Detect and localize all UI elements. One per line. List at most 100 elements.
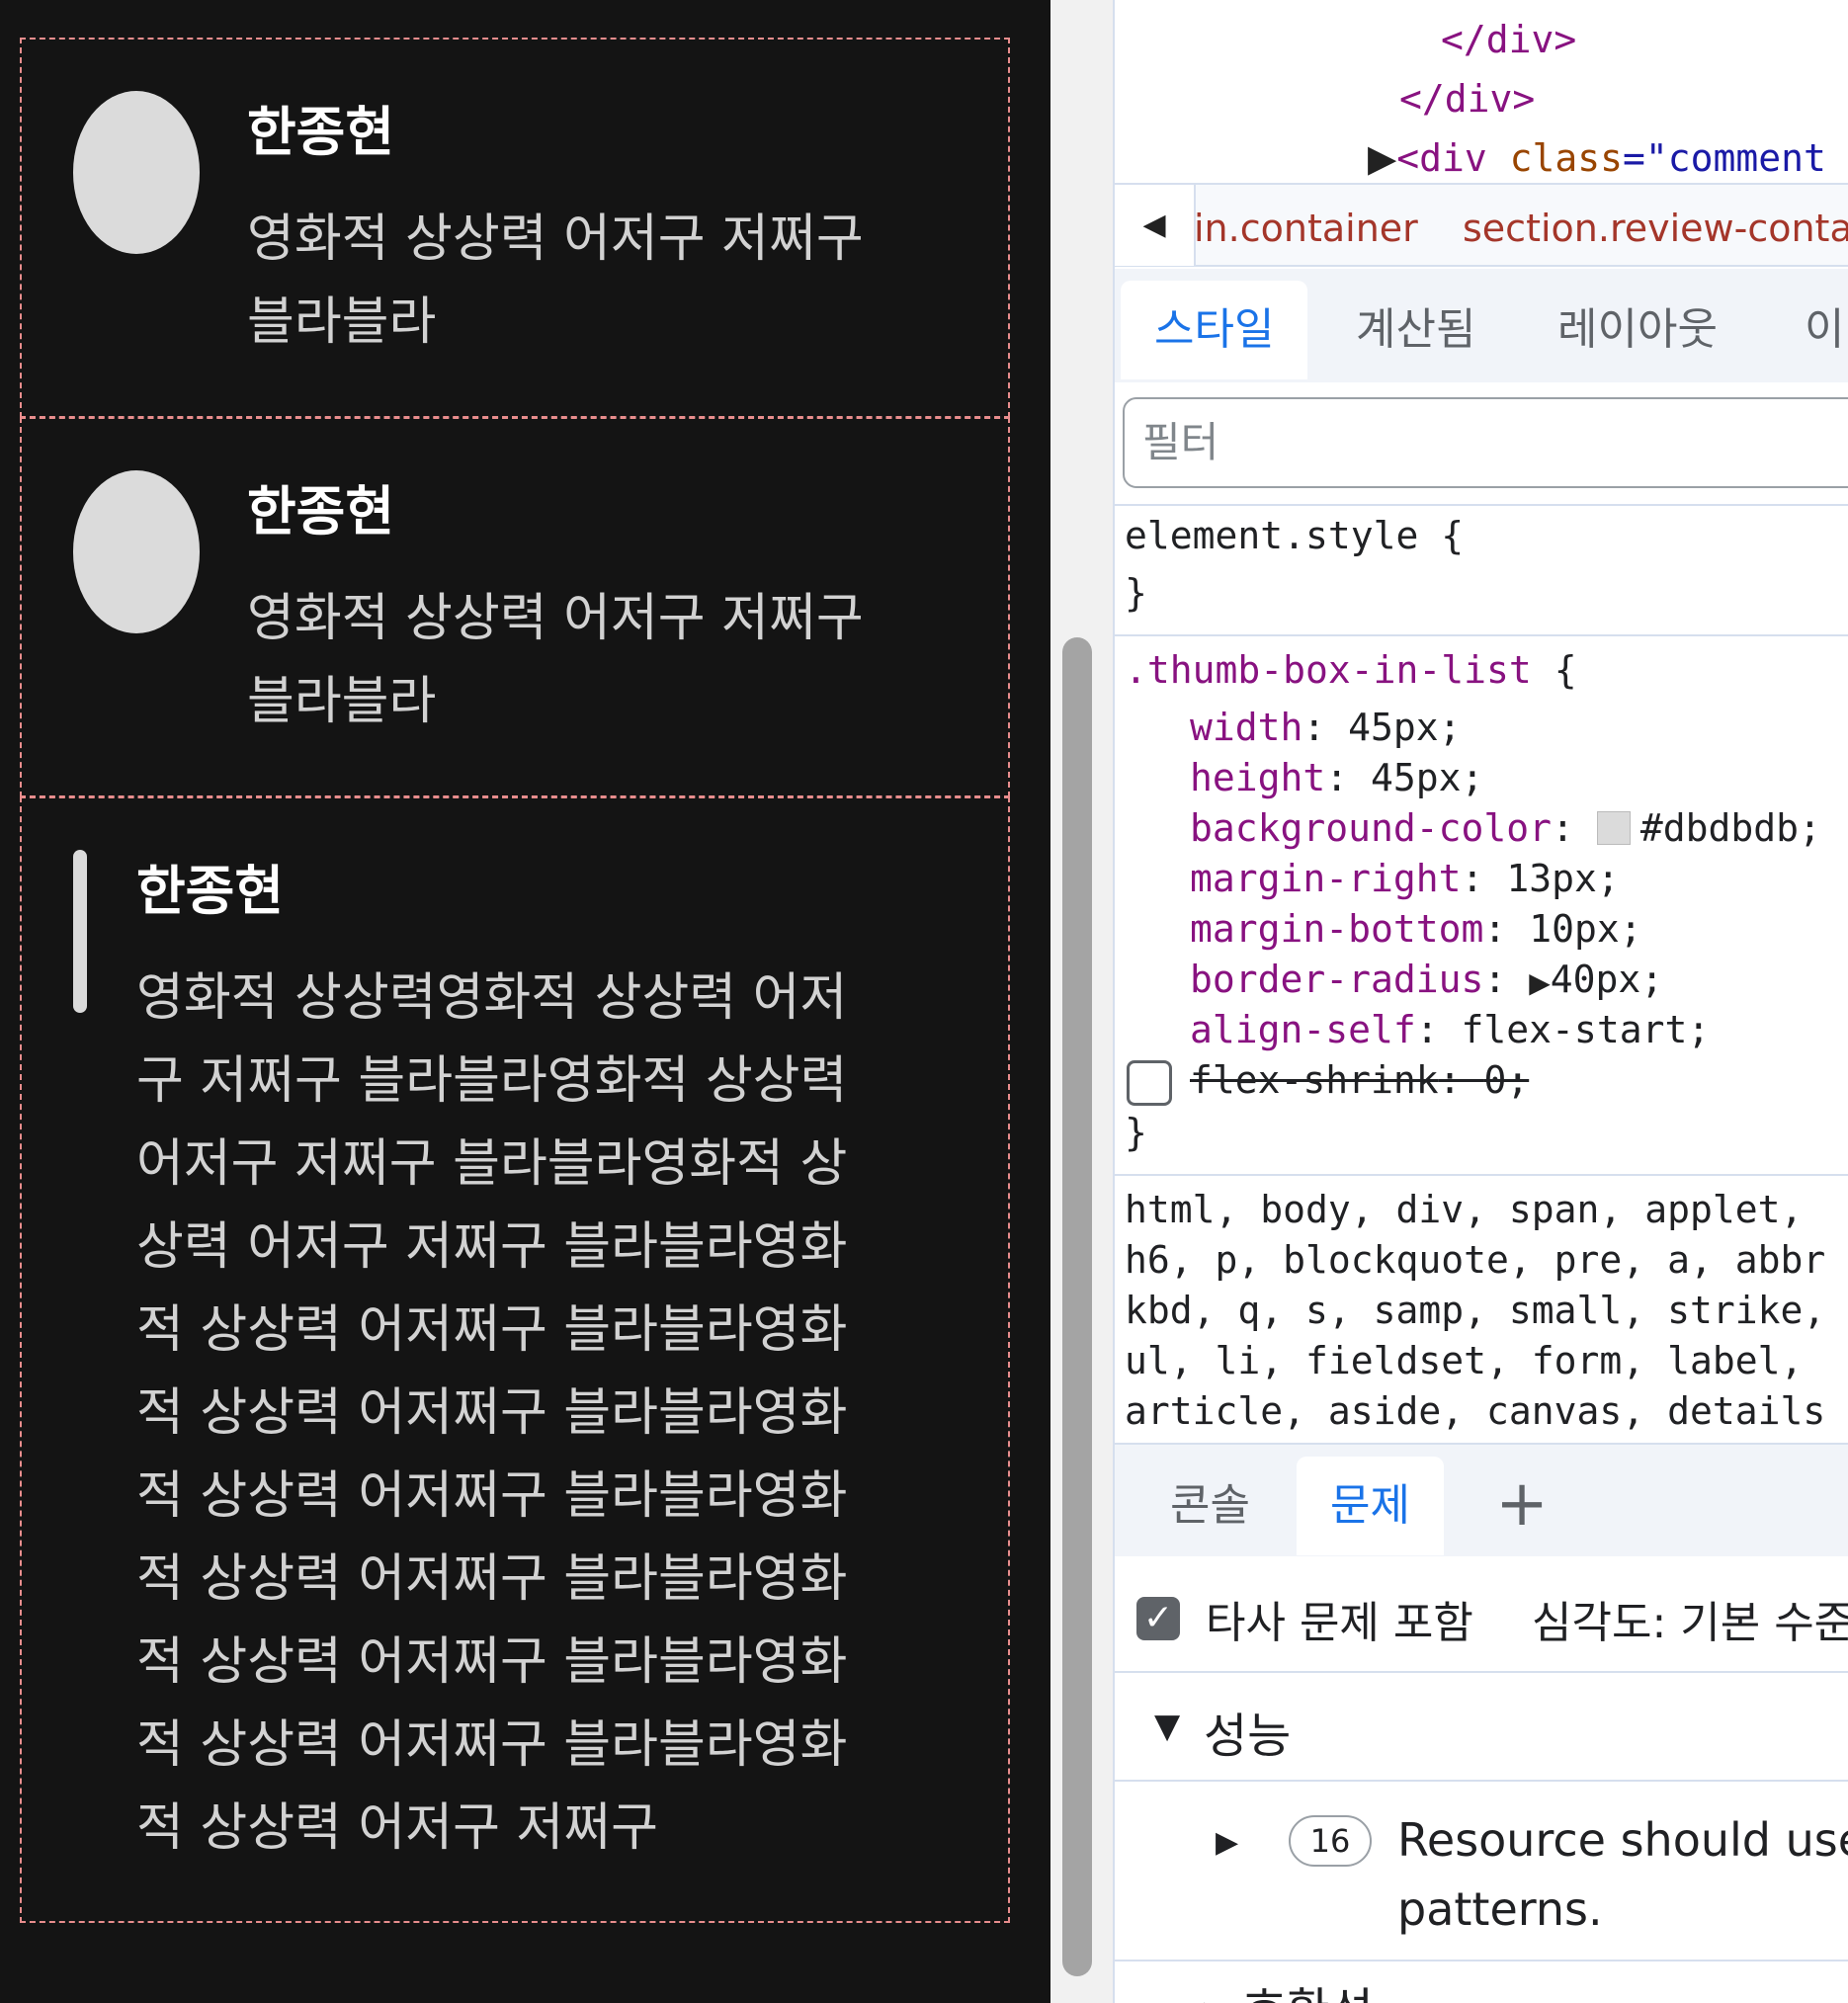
css-declaration[interactable]: margin-bottom: 10px; bbox=[1190, 907, 1642, 951]
css-property: height bbox=[1190, 756, 1326, 799]
divider bbox=[1115, 1174, 1848, 1176]
styles-tabs: 스타일 계산됨 레이아웃 이 bbox=[1115, 269, 1848, 382]
css-declaration[interactable]: width: 45px; bbox=[1190, 706, 1462, 749]
reset-selector-line[interactable]: html, body, div, span, applet, bbox=[1125, 1188, 1803, 1231]
comment-line: 영화적 상상력 어저구 저쩌구 bbox=[247, 209, 864, 269]
comment-item: 한종현 영화적 상상력영화적 상상력 어저 구 저쩌구 블라블라영화적 상상력 … bbox=[20, 796, 1010, 1923]
comment-author: 한종현 bbox=[136, 860, 285, 922]
comment-line: 적 상상력 어저쩌구 블라블라영화 bbox=[136, 1300, 848, 1360]
dom-attr: class bbox=[1509, 136, 1624, 180]
breadcrumb-item[interactable]: section.review-conta bbox=[1463, 207, 1848, 250]
comment-line: 어저구 저쩌구 블라블라영화적 상 bbox=[136, 1134, 848, 1194]
reset-selector-line[interactable]: article, aside, canvas, details bbox=[1125, 1389, 1825, 1433]
css-declaration[interactable]: border-radius: ▶40px; bbox=[1190, 958, 1663, 1001]
category-label: 성능 bbox=[1204, 1709, 1292, 1764]
breadcrumb: ◀ in.container section.review-conta bbox=[1115, 183, 1848, 267]
css-value: 13px; bbox=[1506, 857, 1620, 900]
css-property: flex-shrink bbox=[1190, 1058, 1439, 1102]
css-declaration-disabled[interactable]: flex-shrink: 0; bbox=[1190, 1058, 1529, 1102]
css-value: 45px; bbox=[1371, 756, 1484, 799]
dom-tag: </div> bbox=[1399, 77, 1536, 121]
reset-selector-line[interactable]: kbd, q, s, samp, small, strike, bbox=[1125, 1289, 1825, 1332]
thumb-box bbox=[73, 850, 87, 1013]
css-declaration[interactable]: margin-right: 13px; bbox=[1190, 857, 1620, 900]
third-party-label[interactable]: 타사 문제 포함 bbox=[1206, 1587, 1473, 1650]
comment-author: 한종현 bbox=[247, 480, 395, 542]
breadcrumb-item[interactable]: in.container bbox=[1194, 207, 1418, 250]
comment-line: 블라블라 bbox=[247, 672, 437, 731]
checkbox-checked-icon[interactable]: ✓ bbox=[1136, 1597, 1180, 1640]
rule-close-brace: } bbox=[1125, 571, 1147, 615]
chevron-left-icon[interactable]: ◀ bbox=[1115, 185, 1196, 266]
dom-line[interactable]: </div> bbox=[1399, 77, 1535, 121]
divider bbox=[1115, 504, 1848, 506]
css-property: margin-right bbox=[1190, 857, 1462, 900]
dom-line[interactable]: </div> bbox=[1441, 18, 1576, 61]
comment-line: 상력 어저구 저쩌구 블라블라영화 bbox=[136, 1217, 848, 1277]
css-selector: .thumb-box-in-list bbox=[1125, 648, 1532, 692]
add-tab-button[interactable]: + bbox=[1482, 1466, 1561, 1545]
issue-message: patterns. bbox=[1397, 1882, 1603, 1936]
comment-item: 한종현 영화적 상상력 어저구 저쩌구 블라블라 bbox=[20, 38, 1010, 418]
comment-text: 영화적 상상력영화적 상상력 어저 구 저쩌구 블라블라영화적 상상력 어저구 … bbox=[136, 957, 996, 1870]
reset-selector-line[interactable]: ul, li, fieldset, form, label, bbox=[1125, 1339, 1803, 1382]
issue-category[interactable]: ▸ 호환성 bbox=[1204, 1971, 1374, 2003]
css-value: 45px; bbox=[1348, 706, 1462, 749]
comment-text: 영화적 상상력 어저구 저쩌구 블라블라 bbox=[247, 198, 978, 364]
expand-triangle-icon[interactable]: ▶ bbox=[1529, 966, 1551, 999]
rule-selector[interactable]: .thumb-box-in-list { bbox=[1125, 648, 1577, 692]
css-value: 10px; bbox=[1529, 907, 1642, 951]
css-declaration[interactable]: height: 45px; bbox=[1190, 756, 1483, 799]
css-value: 0; bbox=[1483, 1058, 1530, 1102]
comment-line: 영화적 상상력 어저구 저쩌구 bbox=[247, 589, 864, 648]
issue-item[interactable]: ▶ 16 Resource should use patterns. bbox=[1115, 1784, 1848, 1961]
rule-open-brace: { bbox=[1554, 648, 1577, 692]
chevron-down-icon[interactable]: ▼ bbox=[1154, 1707, 1180, 1746]
color-swatch-icon[interactable] bbox=[1596, 811, 1631, 845]
css-property: border-radius bbox=[1190, 958, 1484, 1001]
css-property: background-color bbox=[1190, 806, 1553, 850]
tab-layout[interactable]: 레이아웃 bbox=[1524, 281, 1751, 379]
tab-computed[interactable]: 계산됨 bbox=[1322, 281, 1509, 379]
css-declaration[interactable]: align-self: flex-start; bbox=[1190, 1008, 1710, 1051]
comment-line: 구 저쩌구 블라블라영화적 상상력 bbox=[136, 1051, 848, 1111]
declaration-checkbox[interactable] bbox=[1127, 1060, 1172, 1106]
comment-line: 블라블라 bbox=[247, 292, 437, 352]
severity-dropdown[interactable]: 심각도: 기본 수준 bbox=[1532, 1587, 1848, 1650]
rule-close-brace: } bbox=[1125, 1111, 1147, 1154]
tab-styles[interactable]: 스타일 bbox=[1121, 281, 1308, 379]
css-value: 40px; bbox=[1550, 958, 1664, 1001]
css-declaration[interactable]: background-color: #dbdbdb; bbox=[1190, 806, 1821, 850]
comment-text: 영화적 상상력 어저구 저쩌구 블라블라 bbox=[247, 577, 978, 743]
scrollbar-thumb[interactable] bbox=[1062, 637, 1092, 1976]
reset-selector-line[interactable]: h6, p, blockquote, pre, a, abbr bbox=[1125, 1238, 1825, 1282]
issue-message: Resource should use bbox=[1397, 1813, 1848, 1867]
expand-triangle-icon[interactable]: ▶ bbox=[1216, 1825, 1238, 1860]
thumb-box bbox=[73, 91, 200, 254]
tab-issues[interactable]: 문제 bbox=[1297, 1457, 1444, 1555]
issue-category[interactable]: ▼ 성능 bbox=[1115, 1675, 1848, 1782]
issues-toolbar: ✓ 타사 문제 포함 심각도: 기본 수준 bbox=[1115, 1559, 1848, 1673]
css-property: margin-bottom bbox=[1190, 907, 1484, 951]
dom-tag: <div bbox=[1396, 136, 1487, 180]
filter-input[interactable]: 필터 bbox=[1123, 397, 1848, 488]
comment-line: 적 상상력 어저구 저쩌구 bbox=[136, 1798, 658, 1858]
comment-line: 적 상상력 어저쩌구 블라블라영화 bbox=[136, 1466, 848, 1526]
dom-line[interactable]: ▶<div class="comment bbox=[1368, 136, 1826, 180]
page-viewport: 한종현 영화적 상상력 어저구 저쩌구 블라블라 한종현 영화적 상상력 어저구… bbox=[0, 0, 1050, 2003]
css-value: flex-start; bbox=[1461, 1008, 1711, 1051]
css-value: #dbdbdb; bbox=[1639, 806, 1821, 850]
devtools-panel: </div> </div> ▶<div class="comment ◀ in.… bbox=[1113, 0, 1848, 2003]
dom-tag: </div> bbox=[1441, 18, 1577, 61]
tab-console[interactable]: 콘솔 bbox=[1136, 1457, 1284, 1555]
css-property: align-self bbox=[1190, 1008, 1416, 1051]
tab-more[interactable]: 이 bbox=[1771, 281, 1848, 379]
comment-line: 영화적 상상력영화적 상상력 어저 bbox=[136, 968, 848, 1028]
comment-line: 적 상상력 어저쩌구 블라블라영화 bbox=[136, 1549, 848, 1609]
comment-line: 적 상상력 어저쩌구 블라블라영화 bbox=[136, 1632, 848, 1692]
element-style-selector[interactable]: element.style { bbox=[1125, 514, 1464, 557]
expand-triangle-icon[interactable]: ▶ bbox=[1368, 136, 1396, 180]
comment-line: 적 상상력 어저쩌구 블라블라영화 bbox=[136, 1383, 848, 1443]
issue-count-badge: 16 bbox=[1289, 1815, 1372, 1867]
comment-item: 한종현 영화적 상상력 어저구 저쩌구 블라블라 bbox=[20, 417, 1010, 797]
